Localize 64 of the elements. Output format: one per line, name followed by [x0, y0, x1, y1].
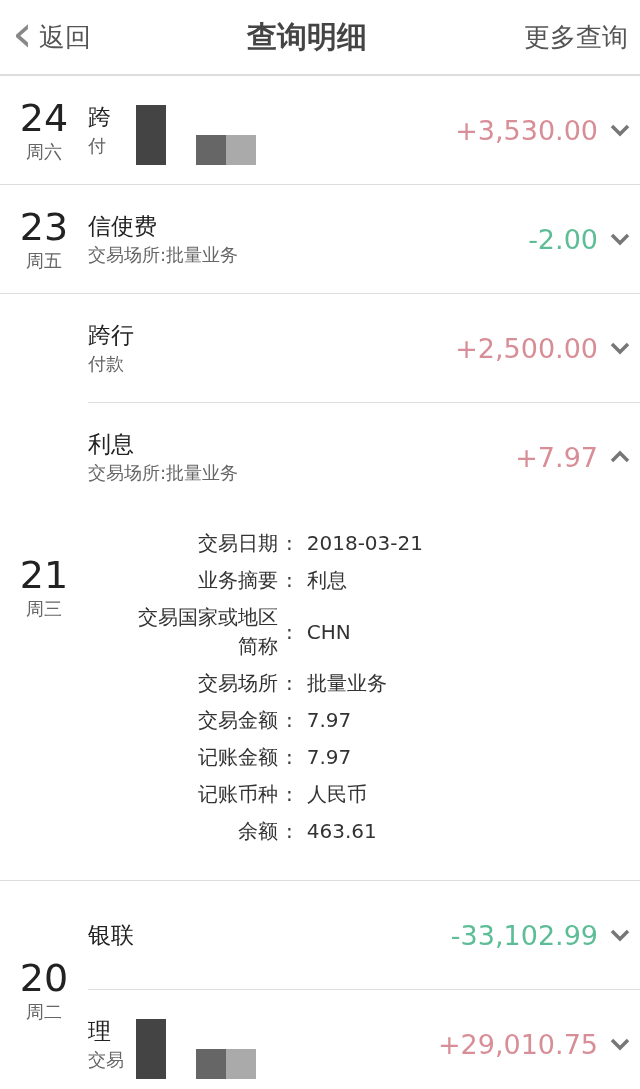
detail-label: 交易场所 [197, 670, 278, 697]
amount: +7.97 [515, 441, 598, 473]
detail-value: 利息 [306, 567, 348, 594]
detail-label: 交易金额 [197, 707, 278, 734]
weekday-label: 周五 [26, 249, 62, 273]
transaction-row[interactable]: 理 交易 +29,010.75 [88, 990, 640, 1089]
transaction-row[interactable]: 银联 -33,102.99 [88, 881, 640, 989]
colon: : [286, 818, 293, 845]
detail-value: 463.61 [306, 818, 378, 845]
detail-label: 交易日期 [197, 530, 278, 557]
amount: +3,530.00 [455, 114, 598, 146]
transaction-subtitle: 交易场所:批量业务 [88, 243, 240, 267]
colon: : [286, 744, 293, 771]
detail-label: 余额 [237, 818, 278, 845]
transaction-subtitle: 交易场所:批量业务 [88, 461, 240, 485]
chevron-down-icon[interactable] [610, 123, 630, 137]
transaction-subtitle: 交易 [88, 1048, 125, 1072]
weekday-label: 周六 [26, 140, 62, 164]
transaction-subtitle: 付款 [88, 352, 125, 376]
amount: +2,500.00 [455, 332, 598, 364]
colon: : [286, 567, 293, 594]
chevron-down-icon[interactable] [610, 928, 630, 942]
detail-label: 记账金额 [197, 744, 278, 771]
transaction-row[interactable]: 信使费 交易场所:批量业务 -2.00 [88, 185, 640, 293]
date-day: 23 [19, 205, 69, 249]
detail-label: 交易国家或地区简称 [137, 604, 278, 660]
detail-value: 批量业务 [306, 670, 388, 697]
date-day: 21 [19, 553, 69, 597]
page-title: 查询明细 [247, 17, 368, 56]
weekday-label: 周二 [26, 999, 62, 1024]
amount: -33,102.99 [450, 919, 598, 951]
transaction-row[interactable]: 利息 交易场所:批量业务 +7.97 [88, 403, 640, 511]
transaction-title: 理 [88, 1017, 112, 1046]
date-day: 24 [19, 96, 69, 140]
more-query-button[interactable]: 更多查询 [524, 19, 628, 55]
transaction-row[interactable]: 跨 付 +3,530.00 [88, 76, 640, 184]
detail-label: 业务摘要 [197, 567, 278, 594]
transaction-title: 利息 [88, 430, 135, 459]
amount: +29,010.75 [437, 1028, 598, 1060]
chevron-down-icon[interactable] [610, 232, 630, 246]
back-button[interactable]: ‹返回 [12, 19, 91, 55]
chevron-down-icon[interactable] [610, 1037, 630, 1051]
amount: -2.00 [528, 223, 598, 255]
colon: : [286, 707, 293, 734]
weekday-label: 周三 [26, 597, 62, 621]
chevron-up-icon[interactable] [610, 450, 630, 464]
detail-value: 人民币 [306, 781, 368, 808]
date-day: 20 [19, 955, 69, 1000]
transaction-row[interactable]: 跨行 付款 +2,500.00 [88, 294, 640, 402]
colon: : [286, 670, 293, 697]
detail-value: 7.97 [306, 744, 353, 771]
detail-value: CHN [306, 618, 352, 646]
chevron-down-icon[interactable] [610, 341, 630, 355]
colon: : [286, 618, 293, 646]
transaction-title: 银联 [88, 921, 135, 950]
colon: : [286, 530, 293, 557]
detail-value: 2018-03-21 [306, 530, 424, 557]
colon: : [286, 781, 293, 808]
transaction-title: 跨 [88, 103, 112, 132]
detail-value: 7.97 [306, 707, 353, 734]
transaction-title: 跨行 [88, 321, 135, 350]
detail-label: 记账币种 [197, 781, 278, 808]
transaction-title: 信使费 [88, 212, 158, 241]
transaction-subtitle: 付 [88, 134, 107, 158]
